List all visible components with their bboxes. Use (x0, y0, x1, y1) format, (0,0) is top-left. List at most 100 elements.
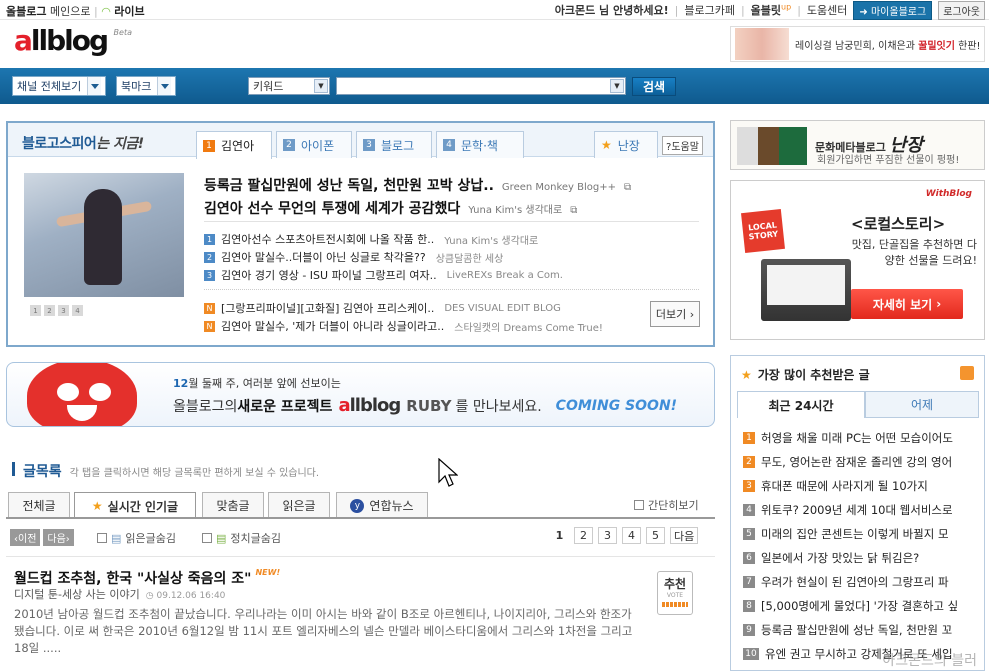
article-blog[interactable]: 디지털 툰-세상 사는 이야기 (14, 588, 140, 601)
page-4[interactable]: 4 (622, 527, 641, 544)
ruby-banner[interactable]: 12월 둘째 주, 여러분 앞에 선보이는 올블로그의 새로운 프로젝트 all… (6, 362, 715, 427)
tab-yonhap-news[interactable]: y 연합뉴스 (336, 492, 428, 518)
main-link[interactable]: 메인으로 (50, 5, 90, 18)
list-item[interactable]: 3 휴대폰 때문에 사라지게 될 10가지 (743, 478, 983, 494)
local-story-ad[interactable]: WithBlog LOCAL STORY <로컬스토리> 맛집, 단골집을 추천… (730, 180, 985, 340)
star-icon: ★ (601, 138, 612, 152)
ad-image (737, 127, 807, 165)
list-item[interactable]: 2 김연아 말실수..더블이 아닌 싱글로 착각을?? 상큼달콤한 세상 (204, 249, 503, 265)
prev-button[interactable]: ‹이전 (10, 529, 41, 546)
list-item[interactable]: 5 미래의 집안 콘센트는 이렇게 바뀔지 모 (743, 526, 983, 542)
list-item[interactable]: 6 일본에서 가장 맛있는 닭 튀김은? (743, 550, 983, 566)
header-ad-banner[interactable]: 레이싱걸 남궁민희, 이채은과 꿀밀잇기 한판! (730, 26, 985, 62)
popup-icon: ⧉ (624, 182, 632, 193)
allblog-logo: allblog (338, 395, 401, 416)
chevron-down-icon: ▼ (610, 79, 624, 93)
headline[interactable]: 등록금 팔십만원에 성난 독일, 천만원 꼬박 상납.. Green Monkey… (204, 175, 631, 195)
news-item[interactable]: N [그랑프리파이널][고화질] 김연아 프리스케이.. DES VISUAL ED… (204, 300, 561, 316)
allblit-link[interactable]: 올블릿up (751, 2, 792, 18)
photo-dot[interactable]: 3 (58, 305, 69, 316)
headline[interactable]: 김연아 선수 무언의 투쟁에 세계가 공감했다 Yuna Kim's 생각대로 ⧉ (204, 198, 577, 218)
hide-politics-toggle[interactable]: ▤ 정치글숨김 (202, 530, 281, 546)
page-1[interactable]: 1 (550, 527, 569, 544)
mouse-cursor-icon (438, 458, 458, 487)
tab-all-posts[interactable]: 전체글 (8, 492, 70, 518)
channel-all-button[interactable]: 채널 전체보기 (12, 76, 107, 96)
article-excerpt[interactable]: 2010년 남아공 월드컵 조추첨이 끝났습니다. 우리나라는 이미 아시는 바… (14, 606, 634, 657)
tab-custom-posts[interactable]: 맞춤글 (202, 492, 264, 518)
search-button[interactable]: 검색 (632, 77, 676, 96)
tab-kim-yuna[interactable]: 1 김연아 (196, 131, 272, 159)
tab-last-24h[interactable]: 최근 24시간 (737, 391, 865, 418)
checkbox[interactable] (202, 533, 212, 543)
list-item[interactable]: 8 [5,000명에게 물었다] '가장 결혼하고 싶 (743, 598, 983, 614)
photo-dot[interactable]: 1 (30, 305, 41, 316)
hide-read-toggle[interactable]: ▤ 읽은글숨김 (97, 530, 176, 546)
photo-dot[interactable]: 2 (44, 305, 55, 316)
live-link[interactable]: 라이브 (114, 5, 144, 18)
mascot-image (27, 363, 137, 426)
tab-iphone[interactable]: 2 아이폰 (276, 131, 352, 158)
logout-button[interactable]: 로그아웃 (938, 0, 985, 20)
tab-blog[interactable]: 3 블로그 (356, 131, 432, 158)
blog-cafe-link[interactable]: 블로그카페 (684, 2, 735, 18)
ad-text: 레이싱걸 남궁민희, 이채은과 꿀밀잇기 한판! (795, 40, 981, 52)
rss-icon[interactable] (960, 366, 974, 380)
page-2[interactable]: 2 (574, 527, 593, 544)
list-item[interactable]: 1 허영을 채울 미래 PC는 어떤 모습이어도 (743, 430, 983, 446)
prev-next-buttons: ‹이전 다음› (10, 529, 74, 546)
site-name[interactable]: 올블로그 (6, 5, 46, 18)
blogosphere-now-panel: 블로고스피어는 지금! 1 김연아 2 아이폰 3 블로그 4 문학·책 ★ 난장 ?도움… (6, 121, 715, 347)
tab-realtime-popular[interactable]: ★ 실시간 인기글 (74, 492, 196, 519)
document-icon: ▤ (216, 531, 227, 545)
dropdown-arrow-icon (157, 77, 172, 95)
top-right-links: 아크몬드 님 안녕하세요! | 블로그카페 | 올블릿up | 도움센터 ➜ 마… (555, 0, 985, 20)
most-recommended-panel: ★ 가장 많이 추천받은 글 최근 24시간 어제 1 허영을 채울 미래 PC는 … (730, 355, 985, 671)
keyword-select[interactable]: 키워드 ▼ (248, 77, 330, 95)
arrow-icon: ➜ (859, 6, 868, 18)
site-logo[interactable]: allblog Beta (14, 24, 134, 64)
list-item[interactable]: 2 무도, 영어논란 잠재운 졸리엔 강의 영어 (743, 454, 983, 470)
list-item[interactable]: 4 위토쿠? 2009년 세계 10대 웹서비스로 (743, 502, 983, 518)
next-button[interactable]: 다음› (43, 529, 74, 546)
list-item[interactable]: 7 우려가 현실이 된 김연아의 그랑프리 파 (743, 574, 983, 590)
chevron-right-icon: › (936, 297, 942, 311)
checkbox[interactable] (634, 500, 644, 510)
more-button[interactable]: 더보기 › (650, 301, 700, 327)
list-item[interactable]: 9 등록금 팔십만원에 성난 독일, 천만원 꼬 (743, 622, 983, 638)
list-item[interactable]: 3 김연아 경기 영상 - ISU 파이널 그랑프리 여자.. LiveREXs B… (204, 267, 563, 283)
tab-yesterday[interactable]: 어제 (865, 391, 979, 418)
tab-nanjang[interactable]: ★ 난장 (594, 131, 658, 158)
bookmark-button[interactable]: 북마크 (116, 76, 177, 96)
clock-icon: ◷ (145, 591, 154, 601)
help-center-link[interactable]: 도움센터 (807, 2, 847, 18)
my-blog-button[interactable]: ➜ 마이올블로그 (853, 0, 933, 20)
checkbox[interactable] (97, 533, 107, 543)
post-list-title: 글목록 각 탭을 클릭하시면 해당 글목록만 편하게 보실 수 있습니다. (12, 461, 319, 481)
article-title[interactable]: 월드컵 조추첨, 한국 "사실상 죽음의 조" NEW! (14, 568, 280, 588)
top-bar: 올블로그 메인으로 | ◠ 라이브 아크몬드 님 안녕하세요! | 블로그카페 … (0, 0, 989, 20)
next-page-button[interactable]: 다음 (670, 527, 699, 544)
pagination: 1 2 3 4 5 다음 (550, 527, 699, 544)
photo-dot[interactable]: 4 (72, 305, 83, 316)
banner-line-1: 12월 둘째 주, 여러분 앞에 선보이는 (173, 377, 341, 390)
tab-read-posts[interactable]: 읽은글 (268, 492, 330, 518)
star-icon: ★ (91, 499, 103, 513)
nanjang-ad[interactable]: 문화메타블로그 난장 회원가입하면 푸짐한 선물이 펑펑! (730, 120, 985, 170)
news-item[interactable]: N 김연아 말실수, '제가 더블이 아니라 싱글이라고.. 스타일캣의 Dream… (204, 318, 603, 334)
help-button[interactable]: ?도움말 (662, 136, 703, 155)
star-icon: ★ (741, 367, 752, 382)
vote-button[interactable]: 추천 VOTE (657, 571, 693, 615)
list-item[interactable]: 1 김연아선수 스포츠아트전시회에 나올 작품 한.. Yuna Kim's 생각대… (204, 231, 538, 247)
simple-view-toggle[interactable]: 간단히보기 (634, 497, 699, 513)
tab-literature-books[interactable]: 4 문학·책 (436, 131, 524, 158)
withblog-logo: WithBlog (925, 189, 972, 199)
dropdown-arrow-icon (87, 77, 102, 95)
document-icon: ▤ (111, 531, 122, 545)
page-5[interactable]: 5 (646, 527, 665, 544)
details-button[interactable]: 자세히 보기 › (851, 289, 963, 319)
page-3[interactable]: 3 (598, 527, 617, 544)
search-input[interactable]: ▼ (336, 77, 626, 95)
watermark: 아크몬드의 블러 (882, 653, 977, 669)
featured-photo[interactable] (24, 173, 184, 297)
